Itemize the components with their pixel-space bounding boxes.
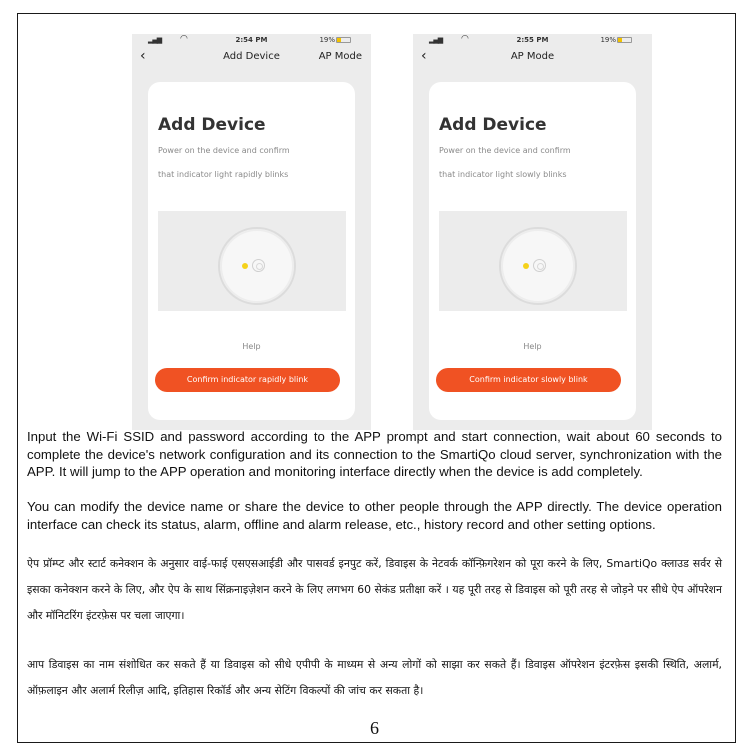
instructions-paragraph-en-1: Input the Wi-Fi SSID and password accord… (27, 429, 722, 479)
status-bar: ▂▄▆ ◠ 2:55 PM 19% (413, 34, 652, 48)
instructions-paragraph-hi-2: आप डिवाइस का नाम संशोधित कर सकते हैं या … (27, 658, 722, 697)
page-number: 6 (370, 718, 379, 738)
indicator-light-icon (242, 263, 248, 269)
battery-icon (617, 37, 632, 43)
confirm-slow-blink-button[interactable]: Confirm indicator slowly blink (436, 368, 621, 392)
confirm-rapid-blink-button[interactable]: Confirm indicator rapidly blink (155, 368, 340, 392)
phone-screenshot-rapid-blink: ▂▄▆ ◠ 2:54 PM 19% ‹ Add Device AP Mode A… (132, 34, 371, 430)
button-ring-icon (533, 259, 546, 272)
device-illustration (439, 211, 627, 311)
card-description-line1: Power on the device and confirm (439, 146, 571, 155)
device-illustration (158, 211, 346, 311)
nav-title: AP Mode (510, 51, 555, 62)
ap-mode-link[interactable]: AP Mode (319, 51, 362, 62)
indicator-light-icon (523, 263, 529, 269)
battery-percent: 19% (319, 36, 335, 44)
instructions-paragraph-hi-1: ऐप प्रॉम्प्ट और स्टार्ट कनेक्शन के अनुसा… (27, 557, 722, 622)
help-link[interactable]: Help (429, 342, 636, 351)
card-title: Add Device (439, 115, 547, 135)
page-frame: ▂▄▆ ◠ 2:54 PM 19% ‹ Add Device AP Mode A… (17, 13, 736, 743)
help-link[interactable]: Help (148, 342, 355, 351)
device-icon (499, 227, 577, 305)
card-title: Add Device (158, 115, 266, 135)
card-description-line2: that indicator light slowly blinks (439, 170, 567, 179)
card-description-line1: Power on the device and confirm (158, 146, 290, 155)
device-icon (218, 227, 296, 305)
card-description-line2: that indicator light rapidly blinks (158, 170, 289, 179)
instructions-paragraph-en-2: You can modify the device name or share … (27, 499, 722, 532)
phone-screenshot-slow-blink: ▂▄▆ ◠ 2:55 PM 19% ‹ AP Mode Add Device P… (413, 34, 652, 430)
battery-icon (336, 37, 351, 43)
nav-bar: ‹ AP Mode (413, 48, 652, 68)
add-device-card: Add Device Power on the device and confi… (429, 82, 636, 420)
battery-indicator: 19% (319, 36, 351, 44)
add-device-card: Add Device Power on the device and confi… (148, 82, 355, 420)
status-bar: ▂▄▆ ◠ 2:54 PM 19% (132, 34, 371, 48)
battery-percent: 19% (600, 36, 616, 44)
nav-bar: ‹ Add Device AP Mode (132, 48, 371, 68)
button-ring-icon (252, 259, 265, 272)
battery-indicator: 19% (600, 36, 632, 44)
